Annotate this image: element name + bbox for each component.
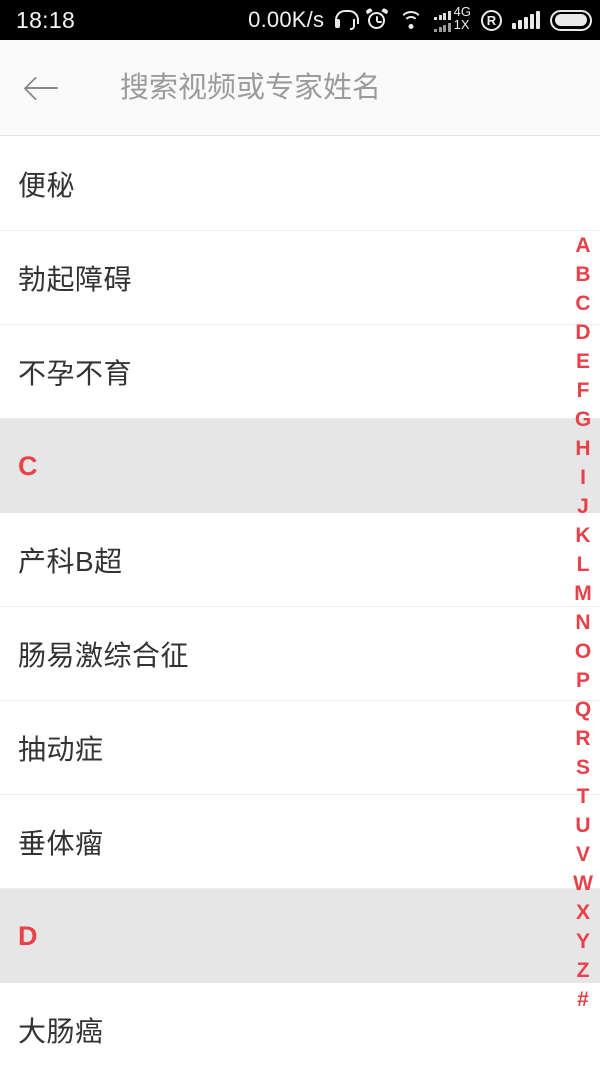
- alphabet-index-letter[interactable]: U: [566, 811, 600, 840]
- alphabet-index-letter[interactable]: G: [566, 405, 600, 434]
- alphabet-index-letter[interactable]: M: [566, 579, 600, 608]
- alarm-clock-icon: [365, 7, 389, 31]
- section-header: D: [0, 889, 600, 983]
- headphone-icon: [334, 10, 360, 30]
- section-header-letter: C: [18, 450, 38, 481]
- status-icons-group: 0.00K/s 4G 1X R: [248, 0, 592, 40]
- list-item-label: 勃起障碍: [18, 263, 133, 295]
- section-header-letter: D: [18, 920, 38, 951]
- alphabet-index-letter[interactable]: Y: [566, 927, 600, 956]
- list-item[interactable]: 便秘: [0, 137, 600, 231]
- alphabet-index-letter[interactable]: N: [566, 608, 600, 637]
- alphabet-index-letter[interactable]: R: [566, 724, 600, 753]
- alphabet-index-letter[interactable]: C: [566, 289, 600, 318]
- wifi-icon: [398, 10, 424, 30]
- list-item-label: 抽动症: [18, 733, 104, 765]
- list-item[interactable]: 垂体瘤: [0, 795, 600, 889]
- alphabet-index-letter[interactable]: T: [566, 782, 600, 811]
- list-item[interactable]: 产科B超: [0, 513, 600, 607]
- alphabet-index-letter[interactable]: I: [566, 463, 600, 492]
- signal-bars-icon: [512, 11, 540, 29]
- list-item-label: 肠易激综合征: [18, 639, 190, 671]
- list-item-label: 产科B超: [18, 545, 123, 577]
- list-item[interactable]: 肠易激综合征: [0, 607, 600, 701]
- alphabet-index-letter[interactable]: A: [566, 231, 600, 260]
- sim-label-top: 4G: [453, 3, 471, 19]
- alphabet-index-letter[interactable]: D: [566, 318, 600, 347]
- sim-signal-icon: 4G 1X: [434, 3, 471, 33]
- alphabet-index-letter[interactable]: O: [566, 637, 600, 666]
- alphabet-index-letter[interactable]: H: [566, 434, 600, 463]
- status-bar: 18:18 0.00K/s 4G 1X R: [0, 0, 600, 40]
- alphabet-index-letter[interactable]: K: [566, 521, 600, 550]
- alphabet-index-letter[interactable]: S: [566, 753, 600, 782]
- alphabet-index-letter[interactable]: E: [566, 347, 600, 376]
- list-item-label: 便秘: [18, 169, 76, 201]
- disease-list[interactable]: 便秘勃起障碍不孕不育 C 产科B超肠易激综合征 抽动症垂体瘤 D 大肠癌: [0, 137, 600, 1067]
- list-item[interactable]: 不孕不育: [0, 325, 600, 419]
- alphabet-index-letter[interactable]: J: [566, 492, 600, 521]
- sim-label-bottom: 1X: [453, 17, 470, 33]
- back-arrow-icon: [26, 75, 60, 101]
- alphabet-index-letter[interactable]: X: [566, 898, 600, 927]
- app-root: 18:18 0.00K/s 4G 1X R 搜索视频或专家姓名 便秘 勃起障碍 …: [0, 0, 600, 1067]
- list-scroll-container: 便秘勃起障碍不孕不育 C 产科B超肠易激综合征 抽动症垂体瘤 D 大肠癌: [0, 137, 600, 1067]
- alphabet-index-letter[interactable]: V: [566, 840, 600, 869]
- list-item-label: 不孕不育: [18, 357, 133, 389]
- list-item-label: 垂体瘤: [18, 827, 104, 859]
- alphabet-index-letter[interactable]: Q: [566, 695, 600, 724]
- alphabet-index-letter[interactable]: P: [566, 666, 600, 695]
- alphabet-index-letter[interactable]: L: [566, 550, 600, 579]
- back-button[interactable]: [0, 40, 86, 136]
- roaming-icon: R: [481, 9, 502, 31]
- alphabet-index-letter[interactable]: F: [566, 376, 600, 405]
- status-time: 18:18: [16, 6, 76, 33]
- search-bar: [0, 39, 600, 136]
- network-speed-text: 0.00K/s: [248, 7, 325, 32]
- list-item[interactable]: 抽动症: [0, 701, 600, 795]
- alphabet-index-bar[interactable]: A B C D E F G H I J K L M N O P Q R S T U V W X Y Z #: [566, 231, 600, 1011]
- battery-icon: [550, 9, 592, 31]
- section-header: C: [0, 419, 600, 513]
- list-item[interactable]: 大肠癌: [0, 983, 600, 1067]
- alphabet-index-letter[interactable]: #: [566, 985, 600, 1014]
- list-item[interactable]: 勃起障碍: [0, 231, 600, 325]
- search-input[interactable]: [120, 39, 600, 136]
- alphabet-index-letter[interactable]: Z: [566, 956, 600, 985]
- alphabet-index-letter[interactable]: B: [566, 260, 600, 289]
- list-item-label: 大肠癌: [18, 1015, 104, 1047]
- alphabet-index-letter[interactable]: W: [566, 869, 600, 898]
